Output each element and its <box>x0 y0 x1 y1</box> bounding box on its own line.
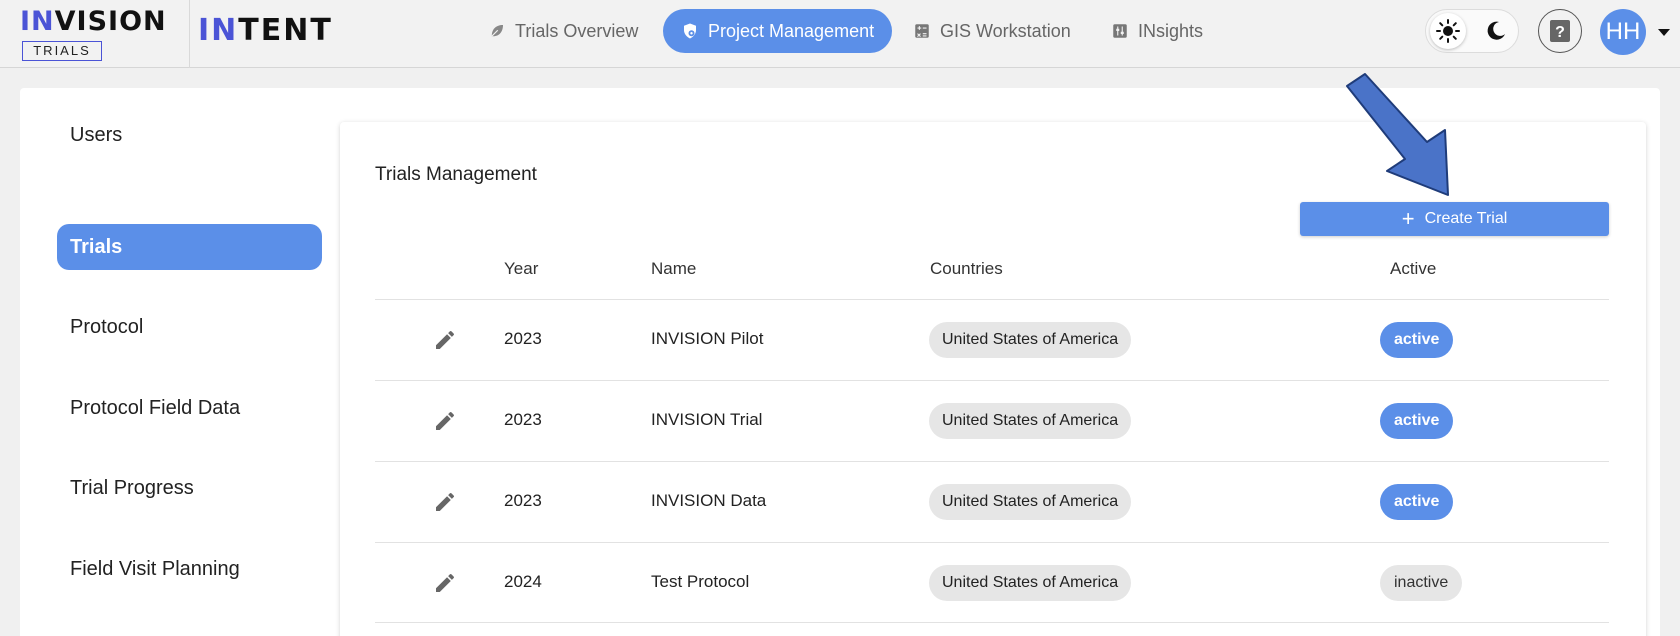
cell-name: INVISION Pilot <box>651 329 764 348</box>
page-title: Trials Management <box>375 164 537 185</box>
status-badge: inactive <box>1380 565 1463 601</box>
sidebar-item-trials[interactable]: Trials <box>57 224 322 270</box>
sidebar-item-protocol[interactable]: Protocol <box>57 304 322 350</box>
chevron-down-icon[interactable] <box>1656 24 1672 40</box>
avatar[interactable]: HH <box>1600 9 1646 55</box>
table-row[interactable]: 2023 INVISION Trial United States of Ame… <box>375 380 1609 461</box>
country-chip: United States of America <box>929 403 1132 439</box>
nav-label: Project Management <box>708 20 875 41</box>
calculator-icon <box>915 24 929 38</box>
column-header-active[interactable]: Active <box>1390 259 1436 279</box>
country-chip: United States of America <box>929 565 1132 601</box>
cell-name: INVISION Trial <box>651 410 763 429</box>
pencil-icon[interactable] <box>433 571 457 595</box>
column-header-name[interactable]: Name <box>651 259 696 279</box>
top-bar: INVISION TRIALS INTENT Trials Overview P… <box>0 0 1680 68</box>
moon-icon[interactable] <box>1478 13 1514 49</box>
cell-year: 2023 <box>504 410 542 429</box>
country-chip: United States of America <box>929 322 1132 358</box>
nav-insights[interactable]: INsights <box>1093 9 1221 53</box>
plus-icon: + <box>1401 206 1415 231</box>
country-chip: United States of America <box>929 484 1132 520</box>
trials-card: Trials Management + Create Trial Year Na… <box>340 122 1646 636</box>
table-row[interactable]: 2023 INVISION Pilot United States of Ame… <box>375 299 1609 380</box>
theme-toggle[interactable] <box>1425 9 1519 53</box>
sidebar-item-trial-progress[interactable]: Trial Progress <box>57 465 322 511</box>
create-trial-label: Create Trial <box>1424 210 1508 227</box>
pencil-icon[interactable] <box>433 490 457 514</box>
cell-year: 2023 <box>504 491 542 510</box>
column-header-countries[interactable]: Countries <box>930 259 1003 279</box>
cell-year: 2024 <box>504 572 542 591</box>
table-row[interactable]: 2024 Test Protocol United States of Amer… <box>375 542 1609 623</box>
brand-logo[interactable]: INVISION TRIALS <box>0 0 190 68</box>
create-trial-button[interactable]: + Create Trial <box>1300 202 1609 236</box>
question-icon: ? <box>1550 20 1570 42</box>
brand-name: INVISION <box>20 6 167 37</box>
leaf-icon <box>491 25 503 37</box>
shield-gear-icon <box>684 23 696 39</box>
status-badge: active <box>1380 484 1454 520</box>
nav-trials-overview[interactable]: Trials Overview <box>470 9 656 53</box>
help-button[interactable]: ? <box>1538 9 1582 53</box>
status-badge: active <box>1380 322 1454 358</box>
nav-label: Trials Overview <box>515 20 639 41</box>
column-header-year[interactable]: Year <box>504 259 538 279</box>
nav-label: GIS Workstation <box>940 20 1071 41</box>
sidebar-item-field-visit-planning[interactable]: Field Visit Planning <box>57 546 322 592</box>
nav-gis-workstation[interactable]: GIS Workstation <box>895 9 1089 53</box>
nav-label: INsights <box>1138 20 1204 41</box>
cell-name: Test Protocol <box>651 572 750 591</box>
status-badge: active <box>1380 403 1454 439</box>
table-row[interactable]: 2023 INVISION Data United States of Amer… <box>375 461 1609 542</box>
annotation-arrow-icon <box>1346 73 1449 196</box>
sliders-icon <box>1113 24 1127 38</box>
pencil-icon[interactable] <box>433 328 457 352</box>
nav-project-management[interactable]: Project Management <box>663 9 893 53</box>
pencil-icon[interactable] <box>433 409 457 433</box>
cell-name: INVISION Data <box>651 491 767 510</box>
sidebar-item-protocol-field-data[interactable]: Protocol Field Data <box>57 385 322 431</box>
product-logo: INTENT <box>198 13 333 48</box>
svg-text:?: ? <box>1555 24 1565 41</box>
sun-icon[interactable] <box>1430 13 1466 49</box>
cell-year: 2023 <box>504 329 542 348</box>
sidebar-item-users[interactable]: Users <box>57 112 322 158</box>
brand-subtitle: TRIALS <box>22 41 102 61</box>
